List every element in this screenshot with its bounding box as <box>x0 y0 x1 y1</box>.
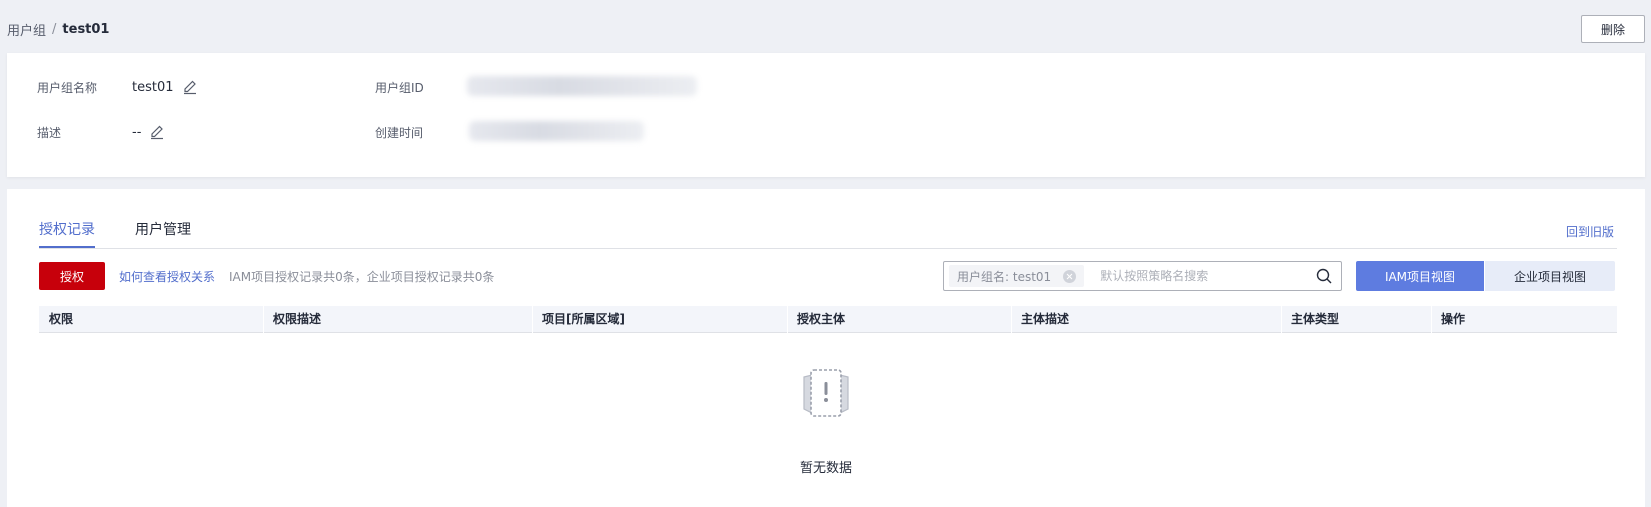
column-header: 主体描述 <box>1021 312 1070 326</box>
column-header: 操作 <box>1441 312 1466 326</box>
description-label: 描述 <box>37 126 62 140</box>
column-header: 权限描述 <box>273 312 322 326</box>
table-header: 权限 权限描述 项目[所属区域] 授权主体 主体描述 主体类型 操作 <box>39 306 1617 333</box>
view-switch: IAM项目视图 企业项目视图 <box>1356 261 1615 291</box>
search-box: 用户组名: test01 <box>943 261 1342 291</box>
group-name-value-row: test01 <box>132 79 198 95</box>
column-header: 项目[所属区域] <box>542 312 625 326</box>
back-to-old-version-link[interactable]: 回到旧版 <box>1566 223 1614 240</box>
breadcrumb: 用户组 / test01 <box>7 20 109 39</box>
filter-chip: 用户组名: test01 <box>949 265 1085 287</box>
search-input[interactable] <box>1100 269 1315 283</box>
empty-data-icon <box>803 369 849 417</box>
group-name-value: test01 <box>132 79 174 95</box>
tab-user-management[interactable]: 用户管理 <box>135 219 191 248</box>
group-name-label: 用户组名称 <box>37 81 98 95</box>
created-time-value-redacted <box>469 121 644 141</box>
delete-button[interactable]: 删除 <box>1581 15 1645 43</box>
search-icon[interactable] <box>1315 267 1333 285</box>
created-time-label: 创建时间 <box>375 126 424 140</box>
column-header: 主体类型 <box>1291 312 1340 326</box>
enterprise-project-view-button[interactable]: 企业项目视图 <box>1485 261 1615 291</box>
chip-close-icon[interactable] <box>1063 269 1077 283</box>
group-info-card: 用户组名称 test01 用户组ID 描述 -- 创建时间 <box>7 53 1645 177</box>
breadcrumb-current: test01 <box>62 22 110 37</box>
column-header: 授权主体 <box>797 312 846 326</box>
tab-bar: 授权记录 用户管理 <box>39 219 1617 249</box>
breadcrumb-parent[interactable]: 用户组 <box>7 20 46 39</box>
breadcrumb-separator: / <box>52 22 57 37</box>
group-id-value-redacted <box>467 76 697 96</box>
empty-state: 暂无数据 <box>7 365 1645 476</box>
column-header: 权限 <box>49 312 74 326</box>
how-to-view-link[interactable]: 如何查看授权关系 <box>119 268 215 285</box>
iam-project-view-button[interactable]: IAM项目视图 <box>1356 261 1484 291</box>
description-value: -- <box>132 124 142 140</box>
empty-state-text: 暂无数据 <box>799 461 852 476</box>
group-id-label: 用户组ID <box>375 81 424 95</box>
edit-icon[interactable] <box>149 124 165 140</box>
record-count-text: IAM项目授权记录共0条，企业项目授权记录共0条 <box>229 270 495 284</box>
description-value-row: -- <box>132 124 165 140</box>
filter-chip-label: 用户组名: test01 <box>957 269 1052 284</box>
grant-button[interactable]: 授权 <box>39 262 105 290</box>
top-bar: 用户组 / test01 删除 <box>0 0 1651 54</box>
edit-icon[interactable] <box>182 79 198 95</box>
tab-authorization-records[interactable]: 授权记录 <box>39 219 95 248</box>
main-card: 授权记录 用户管理 回到旧版 授权 如何查看授权关系 IAM项目授权记录共0条，… <box>7 189 1645 507</box>
